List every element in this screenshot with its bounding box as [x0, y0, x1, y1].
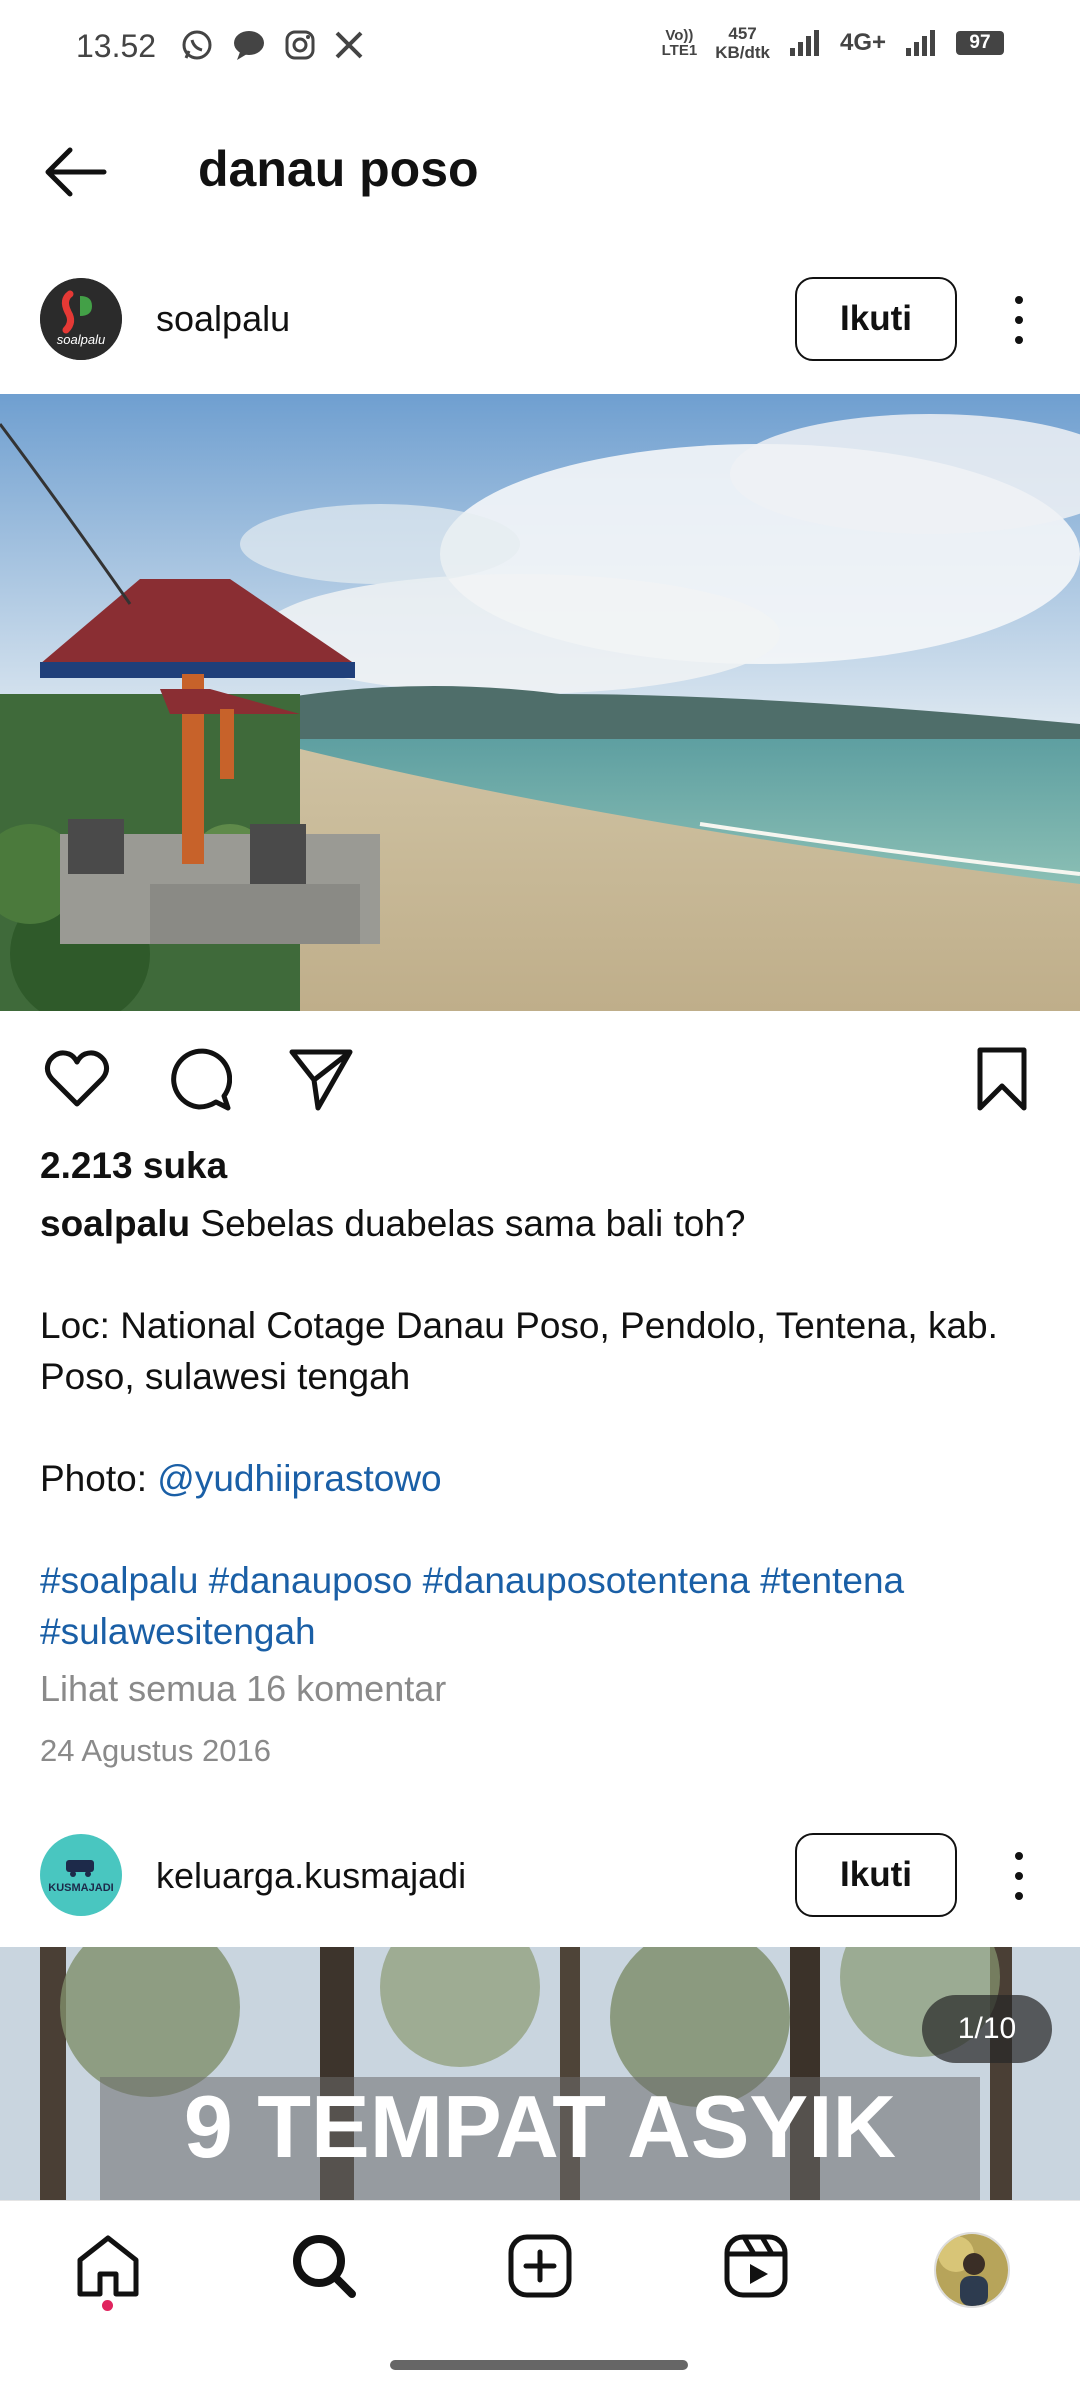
forest-photo: 9 TEMPAT ASYIK — [0, 1947, 1080, 2200]
dot-icon — [1015, 1892, 1023, 1900]
search-icon — [293, 2235, 356, 2298]
notification-icons — [180, 28, 364, 62]
caption-location: Loc: National Cotage Danau Poso, Pendolo… — [40, 1305, 998, 1397]
more-options-button[interactable] — [1004, 290, 1034, 350]
van-icon — [66, 1859, 94, 1877]
slide-counter: 1/10 — [922, 1995, 1052, 2063]
volte-indicator: Vo)) LTE1 — [662, 28, 698, 58]
caption-text: Sebelas duabelas sama bali toh? — [200, 1203, 746, 1244]
speed-indicator: 457 KB/dtk — [715, 24, 770, 62]
avatar-text: KUSMAJADI — [48, 1881, 114, 1894]
bookmark-icon — [977, 1047, 1027, 1111]
arrow-left-icon — [45, 147, 107, 197]
status-time: 13.52 — [76, 28, 157, 64]
home-icon — [77, 2235, 139, 2297]
profile-avatar — [936, 2234, 1008, 2306]
dot-icon — [1015, 1872, 1023, 1880]
x-icon — [335, 31, 363, 59]
status-bar: 13.52 Vo)) LTE1 457 KB/dtk 4G+ 97 — [0, 0, 1080, 95]
avatar-text: soalpalu — [57, 332, 105, 347]
whatsapp-icon — [182, 30, 212, 60]
beach-photo — [0, 394, 1080, 1011]
battery-indicator: 97 — [956, 31, 1004, 55]
view-comments-link[interactable]: Lihat semua 16 komentar — [40, 1668, 446, 1710]
speed-value: 457 — [728, 24, 757, 43]
image-text: 9 TEMPAT ASYIK — [184, 2077, 896, 2176]
dot-icon — [1015, 296, 1023, 304]
page-title: danau poso — [198, 141, 479, 197]
instagram-icon — [285, 30, 315, 60]
signal-icon — [789, 30, 819, 56]
send-icon — [289, 1049, 353, 1111]
hashtags-line[interactable]: #sulawesitengah — [40, 1606, 1050, 1657]
avatar-logo: KUSMAJADI — [48, 1857, 114, 1894]
comment-button[interactable] — [166, 1046, 233, 1112]
volte-label: Vo)) — [665, 27, 694, 44]
post-caption: soalpalu Sebelas duabelas sama bali toh?… — [40, 1198, 1050, 1657]
caption-username[interactable]: soalpalu — [40, 1203, 190, 1244]
more-options-button[interactable] — [1004, 1846, 1034, 1906]
post-date: 24 Agustus 2016 — [40, 1733, 271, 1768]
share-button[interactable] — [288, 1046, 354, 1112]
nav-search[interactable] — [290, 2232, 358, 2300]
create-icon — [508, 2234, 572, 2298]
system-indicators: Vo)) LTE1 457 KB/dtk 4G+ 97 — [662, 24, 1004, 62]
nav-profile[interactable] — [934, 2232, 1010, 2308]
comment-icon — [171, 1048, 233, 1111]
post-username[interactable]: keluarga.kusmajadi — [156, 1855, 466, 1897]
nav-home[interactable] — [74, 2232, 142, 2300]
post-image[interactable] — [0, 394, 1080, 1011]
dot-icon — [1015, 1852, 1023, 1860]
nav-reels[interactable] — [722, 2232, 790, 2300]
hashtags-line[interactable]: #soalpalu #danauposo #danauposotentena #… — [40, 1555, 1050, 1606]
notification-dot — [102, 2300, 113, 2311]
message-icon — [234, 31, 264, 60]
nav-create[interactable] — [506, 2232, 574, 2300]
post-image[interactable]: 9 TEMPAT ASYIK — [0, 1947, 1080, 2200]
dot-icon — [1015, 316, 1023, 324]
home-indicator[interactable] — [390, 2360, 688, 2370]
avatar[interactable]: soalpalu — [40, 278, 122, 360]
follow-button[interactable]: Ikuti — [795, 277, 957, 361]
network-type: 4G+ — [839, 29, 886, 56]
speed-unit: KB/dtk — [715, 43, 770, 62]
signal-icon — [906, 30, 935, 56]
like-button[interactable] — [44, 1046, 110, 1112]
follow-button[interactable]: Ikuti — [795, 1833, 957, 1917]
bottom-nav — [0, 2200, 1080, 2401]
photo-credit-link[interactable]: @yudhiiprastowo — [157, 1458, 441, 1499]
save-button[interactable] — [972, 1046, 1038, 1112]
avatar[interactable]: KUSMAJADI — [40, 1834, 122, 1916]
post-username[interactable]: soalpalu — [156, 298, 290, 340]
photo-label: Photo: — [40, 1458, 147, 1499]
heart-icon — [44, 1050, 110, 1107]
dot-icon — [1015, 336, 1023, 344]
likes-count[interactable]: 2.213 suka — [40, 1145, 227, 1187]
soalpalu-logo: soalpalu — [40, 278, 122, 360]
reels-icon — [724, 2234, 788, 2298]
back-button[interactable] — [40, 142, 110, 202]
lte-label: LTE1 — [661, 42, 698, 59]
